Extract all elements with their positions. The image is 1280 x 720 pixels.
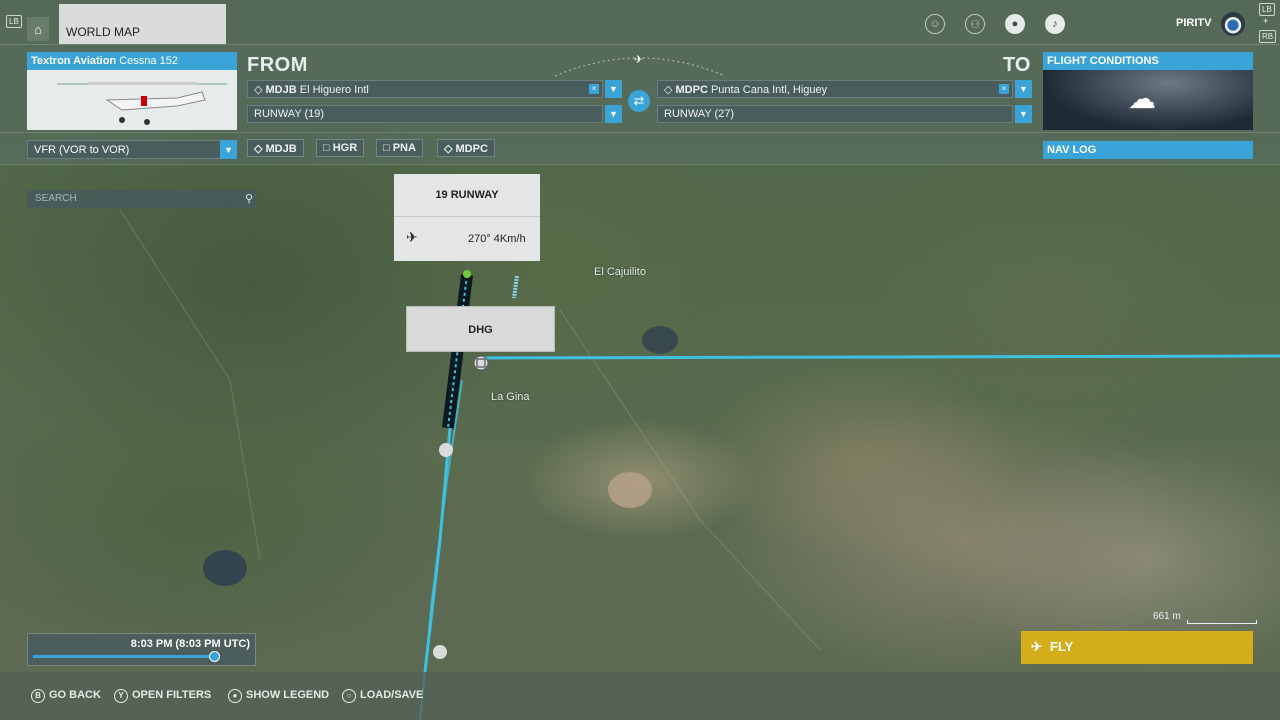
show-legend-hint[interactable]: ● SHOW LEGEND [228, 689, 329, 703]
waypoint-pna[interactable]: □ PNA [376, 139, 423, 157]
vor-marker [439, 443, 453, 457]
start-marker [463, 270, 471, 278]
stick-icon: ● [228, 689, 242, 703]
y-button-icon: Y [114, 689, 128, 703]
b-button-icon: B [31, 689, 45, 703]
from-airport-dropdown[interactable]: ▼ [605, 80, 622, 98]
to-airport-dropdown[interactable]: ▼ [1015, 80, 1032, 98]
fly-button[interactable]: ✈ FLY [1021, 631, 1253, 664]
go-back-hint[interactable]: B GO BACK [31, 689, 101, 703]
time-slider[interactable]: 8:03 PM (8:03 PM UTC) [27, 633, 256, 666]
from-runway-dropdown[interactable]: ▼ [605, 105, 622, 123]
to-runway-field[interactable]: RUNWAY (27) [657, 105, 1013, 123]
route-line [479, 354, 1280, 360]
wind-info: 270° 4Km/h [468, 233, 526, 245]
load-save-hint[interactable]: ○ LOAD/SAVE [342, 689, 423, 703]
to-runway-dropdown[interactable]: ▼ [1015, 105, 1032, 123]
open-filters-hint[interactable]: Y OPEN FILTERS [114, 689, 211, 703]
clear-from-icon[interactable]: × [589, 84, 599, 94]
flight-type-dropdown[interactable]: ▼ [220, 140, 237, 159]
place-label: El Cajuilito [594, 266, 646, 278]
search-input[interactable]: SEARCH ⚲ [27, 190, 257, 208]
flight-conditions-label: FLIGHT CONDITIONS [1043, 52, 1253, 70]
waypoint-popup[interactable]: DHG [406, 306, 555, 352]
waypoint-marker [473, 355, 489, 371]
waypoint-mdjb[interactable]: ◇ MDJB [247, 139, 304, 157]
place-label: La Gina [491, 391, 530, 403]
clear-to-icon[interactable]: × [999, 84, 1009, 94]
nav-log-button[interactable]: NAV LOG [1043, 141, 1253, 159]
view-icon: ○ [342, 689, 356, 703]
weather-icon: ☁ [1128, 83, 1156, 114]
waypoint-hgr[interactable]: □ HGR [316, 139, 365, 157]
map-scale: 661 m [1153, 611, 1257, 624]
runway-popup[interactable]: 19 RUNWAY ✈ 270° 4Km/h [394, 174, 540, 261]
from-airport-field[interactable]: ◇ MDJB El Higuero Intl [247, 80, 603, 98]
flight-conditions-panel[interactable]: FLIGHT CONDITIONS ☁ [1043, 52, 1253, 130]
time-display: 8:03 PM (8:03 PM UTC) [130, 638, 250, 650]
takeoff-icon: ✈ [1031, 639, 1042, 654]
takeoff-icon: ✈ [406, 229, 418, 245]
to-airport-field[interactable]: ◇ MDPC Punta Cana Intl, Higuey [657, 80, 1013, 98]
vor-marker-2 [433, 645, 447, 659]
search-icon[interactable]: ⚲ [245, 192, 253, 205]
svg-text:✈: ✈ [634, 53, 643, 66]
waypoint-mdpc[interactable]: ◇ MDPC [437, 139, 495, 157]
swap-airports-icon[interactable]: ⇄ [628, 90, 650, 112]
to-label: TO [1003, 54, 1031, 76]
runway-number: 19 [435, 189, 448, 201]
from-runway-field[interactable]: RUNWAY (19) [247, 105, 603, 123]
runway-label: RUNWAY [450, 189, 499, 201]
time-slider-handle[interactable] [209, 651, 220, 662]
flight-type-select[interactable]: VFR (VOR to VOR) [27, 140, 237, 159]
